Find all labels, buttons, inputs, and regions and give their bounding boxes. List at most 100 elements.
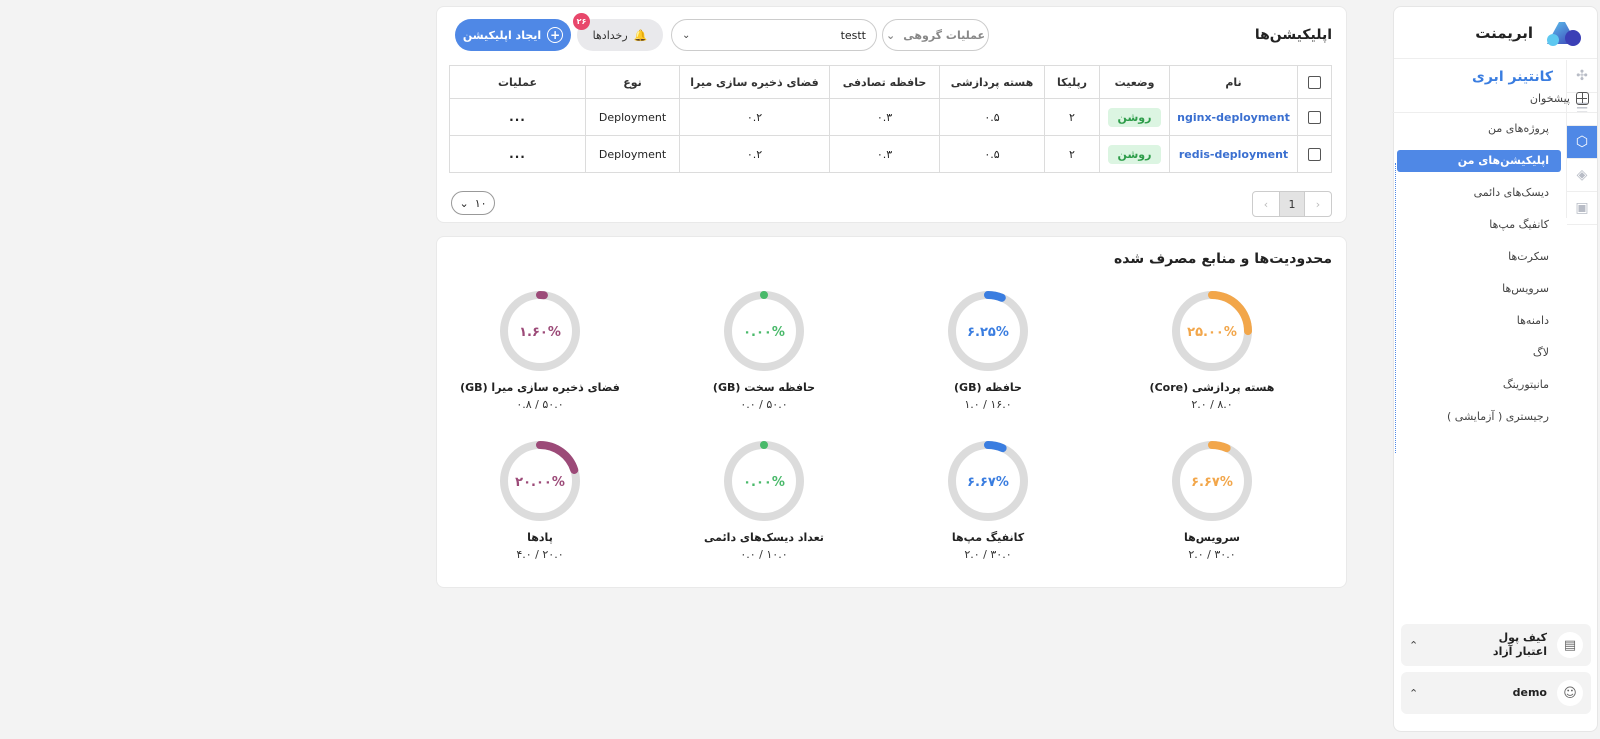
gauge-ring: ۰.۰۰%	[724, 291, 804, 371]
wallet-credit: اعتبار آزاد	[1492, 645, 1547, 658]
wallet-icon: ▤	[1557, 632, 1583, 658]
row-checkbox[interactable]	[1308, 147, 1321, 161]
gauge-percent: ۱.۶۰%	[519, 325, 561, 340]
page-title: اپلیکیشن‌ها	[1254, 27, 1332, 43]
row-checkbox[interactable]	[1308, 110, 1321, 124]
applications-table: نام وضعیت رپلیکا هسته پردازشی حافظه تصاد…	[449, 65, 1332, 173]
storage-cell: ۰.۲	[679, 98, 830, 136]
namespace-value: testt	[840, 28, 866, 42]
rail-storage-icon[interactable]: ▣	[1567, 192, 1597, 225]
wallet-title: کیف پول	[1498, 631, 1547, 644]
gauge-ring: ۶.۶۷%	[1172, 441, 1252, 521]
gauge-percent: ۶.۶۷%	[1191, 475, 1233, 490]
col-cpu[interactable]: هسته پردازشی	[939, 65, 1045, 99]
brand[interactable]: ابریمنت	[1394, 7, 1597, 59]
resource-gauge: ۲۵.۰۰% هسته پردازشی (Core) ۲.۰ / ۸.۰	[1122, 289, 1302, 411]
user-icon: ☺	[1557, 680, 1583, 706]
chevron-up-icon[interactable]: ⌃	[1409, 639, 1418, 652]
events-button[interactable]: 🔔 رخدادها	[577, 19, 663, 51]
more-actions-icon[interactable]: ...	[509, 147, 526, 161]
sidebar-item-applications[interactable]: اپلیکیشن‌های من	[1397, 150, 1561, 172]
col-type[interactable]: نوع	[585, 65, 680, 99]
per-page-value: ۱۰	[474, 196, 487, 210]
user-card[interactable]: ☺ demo ⌃	[1401, 672, 1591, 714]
table-row[interactable]: redis-deployment روشن ۲ ۰.۵ ۰.۳ ۰.۲ Depl…	[449, 135, 1332, 173]
resource-gauge: ۶.۲۵% حافظه (GB) ۱.۰ / ۱۶.۰	[898, 289, 1078, 411]
gauge-percent: ۰.۰۰%	[743, 475, 785, 490]
gauge-usage: ۱.۰ / ۱۶.۰	[964, 398, 1012, 411]
gauge-ring: ۶.۲۵%	[948, 291, 1028, 371]
gauge-ring: ۲۵.۰۰%	[1172, 291, 1252, 371]
sidebar-item-monitoring[interactable]: مانیتورینگ	[1395, 369, 1561, 401]
gauge-usage: ۲.۰ / ۳۰.۰	[964, 548, 1012, 561]
per-page-select[interactable]: ۱۰ ⌄	[451, 191, 495, 215]
sidebar-item-volumes[interactable]: دیسک‌های دائمی	[1395, 177, 1561, 209]
rail-container-icon[interactable]: ⬡	[1567, 126, 1597, 159]
pagination: ‹ 1 ›	[1252, 191, 1332, 217]
replica-cell: ۲	[1044, 98, 1100, 136]
gauge-label: فضای ذخیره سازی میرا (GB)	[460, 381, 620, 394]
sidebar-item-domains[interactable]: دامنه‌ها	[1395, 305, 1561, 337]
col-name[interactable]: نام	[1169, 65, 1298, 99]
current-page[interactable]: 1	[1279, 192, 1305, 216]
app-name-link[interactable]: nginx-deployment	[1177, 111, 1290, 124]
sidebar-item-projects[interactable]: پروژه‌های من	[1395, 113, 1561, 145]
sidebar-menu: کانتینر ابری پیشخوان پروژه‌های من اپلیکی…	[1392, 65, 1597, 453]
col-status[interactable]: وضعیت	[1099, 65, 1170, 99]
col-storage[interactable]: فضای ذخیره سازی میرا	[679, 65, 830, 99]
gauge-usage: ۰.۰ / ۵۰.۰	[740, 398, 788, 411]
col-replica[interactable]: رپلیکا	[1044, 65, 1100, 99]
sidebar-item-configmaps[interactable]: کانفیگ مپ‌ها	[1395, 209, 1561, 241]
gauge-label: تعداد دیسک‌های دائمی	[704, 531, 824, 544]
gauge-usage: ۴.۰ / ۲۰.۰	[516, 548, 564, 561]
dashboard-icon	[1576, 92, 1589, 105]
resource-gauge: ۱.۶۰% فضای ذخیره سازی میرا (GB) ۰.۸ / ۵۰.۰	[450, 289, 630, 411]
prev-page-button[interactable]: ‹	[1305, 192, 1331, 216]
ram-cell: ۰.۳	[829, 135, 940, 173]
sidebar: ابریمنت ✣ ☰ ⬡ ◈ ▣ کانتینر ابری پیشخوان پ…	[1392, 6, 1598, 732]
next-page-button[interactable]: ›	[1253, 192, 1279, 216]
sidebar-item-secrets[interactable]: سکرت‌ها	[1395, 241, 1561, 273]
gauge-ring: ۲۰.۰۰%	[500, 441, 580, 521]
gauge-usage: ۰.۸ / ۵۰.۰	[516, 398, 564, 411]
table-row[interactable]: nginx-deployment روشن ۲ ۰.۵ ۰.۳ ۰.۲ Depl…	[449, 98, 1332, 136]
wallet-card[interactable]: ▤ کیف پول اعتبار آزاد ⌃	[1401, 624, 1591, 666]
sidebar-item-registry[interactable]: رجیستری ( آزمایشی )	[1395, 401, 1561, 433]
menu-guide-line	[1395, 163, 1396, 453]
type-cell: Deployment	[585, 98, 680, 136]
menu-section-title[interactable]: کانتینر ابری	[1395, 65, 1561, 89]
gauge-percent: ۶.۶۷%	[967, 475, 1009, 490]
gauge-usage: ۲.۰ / ۳۰.۰	[1188, 548, 1236, 561]
gauge-usage: ۰.۰ / ۱۰.۰	[740, 548, 788, 561]
resource-gauge: ۲۰.۰۰% پادها ۴.۰ / ۲۰.۰	[450, 439, 630, 561]
sidebar-item-logs[interactable]: لاگ	[1395, 337, 1561, 369]
gauge-label: کانفیگ مپ‌ها	[951, 531, 1025, 544]
sidebar-item-services[interactable]: سرویس‌ها	[1395, 273, 1561, 305]
bulk-actions-dropdown[interactable]: عملیات گروهی ⌄	[882, 19, 989, 51]
select-all-checkbox[interactable]	[1308, 75, 1321, 89]
create-application-label: ایجاد اپلیکیشن	[462, 28, 542, 42]
status-badge: روشن	[1107, 144, 1162, 164]
wallet-text: کیف پول اعتبار آزاد	[1493, 631, 1547, 659]
col-actions: عملیات	[449, 65, 586, 99]
gauge-percent: ۰.۰۰%	[743, 325, 785, 340]
create-application-button[interactable]: + ایجاد اپلیکیشن	[455, 19, 571, 51]
app-name-link[interactable]: redis-deployment	[1179, 148, 1288, 161]
rail-layers-icon[interactable]: ◈	[1567, 159, 1597, 192]
bell-icon: 🔔	[633, 28, 648, 42]
resource-gauge: ۰.۰۰% حافظه سخت (GB) ۰.۰ / ۵۰.۰	[674, 289, 854, 411]
namespace-select[interactable]: testt ⌄	[671, 19, 877, 51]
more-actions-icon[interactable]: ...	[509, 110, 526, 124]
gauge-ring: ۰.۰۰%	[724, 441, 804, 521]
icon-rail: ✣ ☰ ⬡ ◈ ▣	[1566, 60, 1597, 225]
gauge-label: سرویس‌ها	[1184, 531, 1240, 544]
resources-title: محدودیت‌ها و منابع مصرف شده	[1114, 251, 1332, 267]
sidebar-item-dashboard[interactable]: پیشخوان	[1392, 89, 1597, 113]
bulk-actions-label: عملیات گروهی	[903, 28, 985, 42]
chevron-up-icon[interactable]: ⌃	[1409, 687, 1418, 700]
events-label: رخدادها	[592, 28, 628, 42]
gauge-percent: ۶.۲۵%	[967, 325, 1009, 340]
status-badge: روشن	[1107, 107, 1162, 127]
abriment-logo-icon	[1547, 21, 1581, 46]
col-ram[interactable]: حافظه تصادفی	[829, 65, 940, 99]
